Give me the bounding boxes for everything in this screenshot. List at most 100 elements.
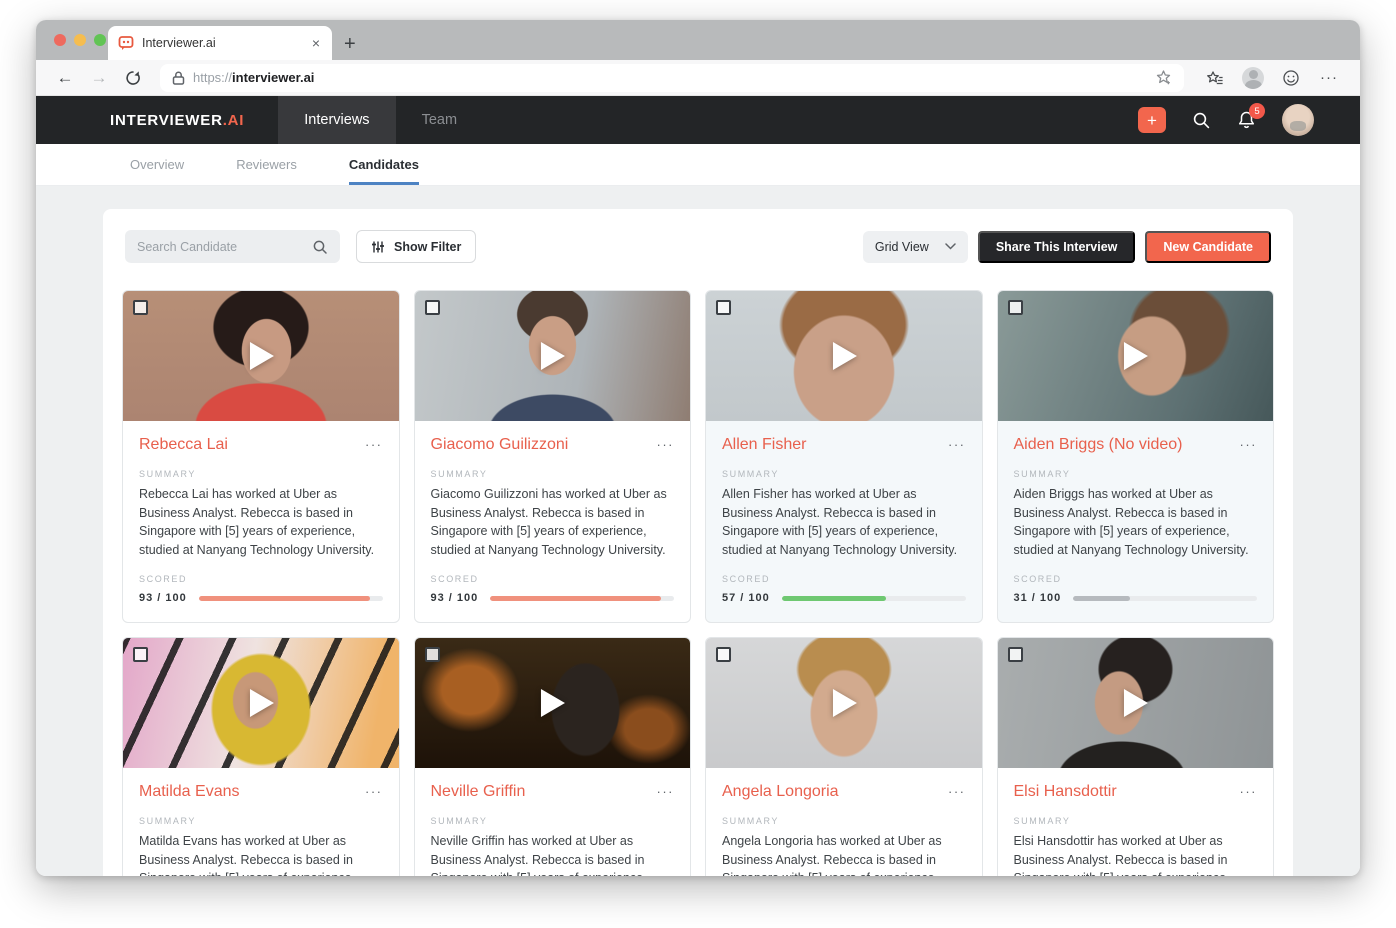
candidate-card[interactable]: Neville Griffin ··· SUMMARY Neville Grif… <box>413 637 691 876</box>
card-menu-icon[interactable]: ··· <box>948 785 966 798</box>
scored-label: SCORED <box>430 574 479 584</box>
add-button[interactable]: + <box>1138 107 1166 133</box>
user-avatar[interactable] <box>1282 104 1314 136</box>
candidate-card[interactable]: Allen Fisher ··· SUMMARY Allen Fisher ha… <box>705 290 983 623</box>
candidate-name[interactable]: Giacomo Guilizzoni <box>431 436 569 454</box>
browser-tab[interactable]: Interviewer.ai × <box>108 26 332 60</box>
candidate-video-thumbnail[interactable] <box>706 291 982 421</box>
tab-overview[interactable]: Overview <box>130 157 184 185</box>
search-candidate-icon[interactable] <box>312 239 328 255</box>
url-text: https://interviewer.ai <box>193 70 315 85</box>
candidate-video-thumbnail[interactable] <box>706 638 982 768</box>
card-menu-icon[interactable]: ··· <box>365 785 383 798</box>
app-logo[interactable]: INTERVIEWER .AI <box>110 96 244 144</box>
candidate-checkbox[interactable] <box>133 300 148 315</box>
tab-candidates[interactable]: Candidates <box>348 157 419 185</box>
card-menu-icon[interactable]: ··· <box>657 785 675 798</box>
candidate-card[interactable]: Matilda Evans ··· SUMMARY Matilda Evans … <box>122 637 400 876</box>
notification-badge: 5 <box>1249 103 1265 119</box>
candidate-video-thumbnail[interactable] <box>123 638 399 768</box>
candidate-name[interactable]: Matilda Evans <box>139 783 240 801</box>
play-icon[interactable] <box>249 689 274 717</box>
back-icon[interactable]: ← <box>50 68 80 88</box>
summary-label: SUMMARY <box>139 816 197 826</box>
search-candidate-box[interactable] <box>125 230 340 263</box>
card-menu-icon[interactable]: ··· <box>365 438 383 451</box>
bookmark-star-icon[interactable] <box>1155 69 1172 86</box>
nav-item-interviews[interactable]: Interviews <box>278 96 396 144</box>
candidate-name[interactable]: Neville Griffin <box>431 783 526 801</box>
card-menu-icon[interactable]: ··· <box>948 438 966 451</box>
content-area: Show Filter Grid View Share This Intervi… <box>36 186 1360 876</box>
candidate-card[interactable]: Rebecca Lai ··· SUMMARY Rebecca Lai has … <box>122 290 400 623</box>
tab-reviewers[interactable]: Reviewers <box>236 157 297 185</box>
collections-icon[interactable] <box>1198 69 1232 87</box>
summary-label: SUMMARY <box>430 816 488 826</box>
new-tab-button[interactable]: + <box>344 34 356 54</box>
forward-icon[interactable]: → <box>84 68 114 88</box>
feedback-smiley-icon[interactable] <box>1274 69 1308 87</box>
candidate-name[interactable]: Rebecca Lai <box>139 436 228 454</box>
play-icon[interactable] <box>832 689 857 717</box>
card-menu-icon[interactable]: ··· <box>1240 785 1258 798</box>
search-icon[interactable] <box>1192 111 1211 130</box>
maximize-window-button[interactable] <box>94 34 106 46</box>
candidate-name[interactable]: Aiden Briggs (No video) <box>1014 436 1183 454</box>
candidate-checkbox[interactable] <box>716 300 731 315</box>
candidate-video-thumbnail[interactable] <box>997 638 1273 768</box>
share-interview-button[interactable]: Share This Interview <box>977 230 1136 263</box>
candidate-name[interactable]: Angela Longoria <box>722 783 839 801</box>
interview-subnav: Overview Reviewers Candidates <box>36 144 1360 186</box>
candidate-checkbox[interactable] <box>716 647 731 662</box>
candidate-checkbox[interactable] <box>133 647 148 662</box>
notifications-bell-icon[interactable]: 5 <box>1237 103 1265 130</box>
browser-window: Interviewer.ai × + ← → https://interview… <box>36 20 1360 876</box>
close-tab-icon[interactable]: × <box>310 35 322 51</box>
candidate-summary: Rebecca Lai has worked at Uber as Busine… <box>139 487 375 557</box>
candidate-name[interactable]: Elsi Hansdottir <box>1014 783 1117 801</box>
score-value: 93 / 100 <box>430 592 479 604</box>
card-menu-icon[interactable]: ··· <box>1240 438 1258 451</box>
site-favicon-icon <box>118 35 134 51</box>
card-menu-icon[interactable]: ··· <box>657 438 675 451</box>
summary-label: SUMMARY <box>430 469 488 479</box>
show-filter-button[interactable]: Show Filter <box>356 230 477 263</box>
browser-menu-icon[interactable]: ··· <box>1312 69 1346 86</box>
nav-item-team[interactable]: Team <box>396 96 483 144</box>
close-window-button[interactable] <box>54 34 66 46</box>
play-icon[interactable] <box>249 342 274 370</box>
candidate-card[interactable]: Elsi Hansdottir ··· SUMMARY Elsi Hansdot… <box>996 637 1274 876</box>
candidate-card[interactable]: Giacomo Guilizzoni ··· SUMMARY Giacomo G… <box>413 290 691 623</box>
candidate-checkbox[interactable] <box>424 300 440 315</box>
play-icon[interactable] <box>1124 342 1149 370</box>
candidate-card[interactable]: Aiden Briggs (No video) ··· SUMMARY Aide… <box>996 290 1274 623</box>
candidate-name[interactable]: Allen Fisher <box>722 436 806 454</box>
browser-titlebar: Interviewer.ai × + <box>36 20 1360 60</box>
search-candidate-input[interactable] <box>137 239 312 254</box>
address-bar[interactable]: https://interviewer.ai <box>160 63 1184 92</box>
summary-label: SUMMARY <box>1013 469 1071 479</box>
chevron-down-icon <box>945 243 956 250</box>
summary-label: SUMMARY <box>139 469 197 479</box>
score-bar <box>1073 595 1257 601</box>
reload-icon[interactable] <box>118 70 148 86</box>
candidate-video-thumbnail[interactable] <box>123 291 399 421</box>
play-icon[interactable] <box>1124 689 1149 717</box>
play-icon[interactable] <box>541 342 566 370</box>
new-candidate-button[interactable]: New Candidate <box>1145 230 1271 263</box>
play-icon[interactable] <box>541 689 566 717</box>
minimize-window-button[interactable] <box>74 34 86 46</box>
view-mode-select[interactable]: Grid View <box>862 230 968 263</box>
score-bar-fill <box>490 595 662 601</box>
candidate-video-thumbnail[interactable] <box>414 638 690 768</box>
candidate-checkbox[interactable] <box>424 647 440 662</box>
candidate-checkbox[interactable] <box>1007 647 1023 662</box>
play-icon[interactable] <box>832 342 857 370</box>
candidate-video-thumbnail[interactable] <box>997 291 1273 421</box>
candidate-video-thumbnail[interactable] <box>414 291 690 421</box>
candidate-summary: Angela Longoria has worked at Uber as Bu… <box>722 834 942 876</box>
candidate-card[interactable]: Angela Longoria ··· SUMMARY Angela Longo… <box>705 637 983 876</box>
candidate-checkbox[interactable] <box>1007 300 1023 315</box>
candidate-summary: Neville Griffin has worked at Uber as Bu… <box>430 834 647 876</box>
profile-avatar-icon[interactable] <box>1236 66 1270 89</box>
